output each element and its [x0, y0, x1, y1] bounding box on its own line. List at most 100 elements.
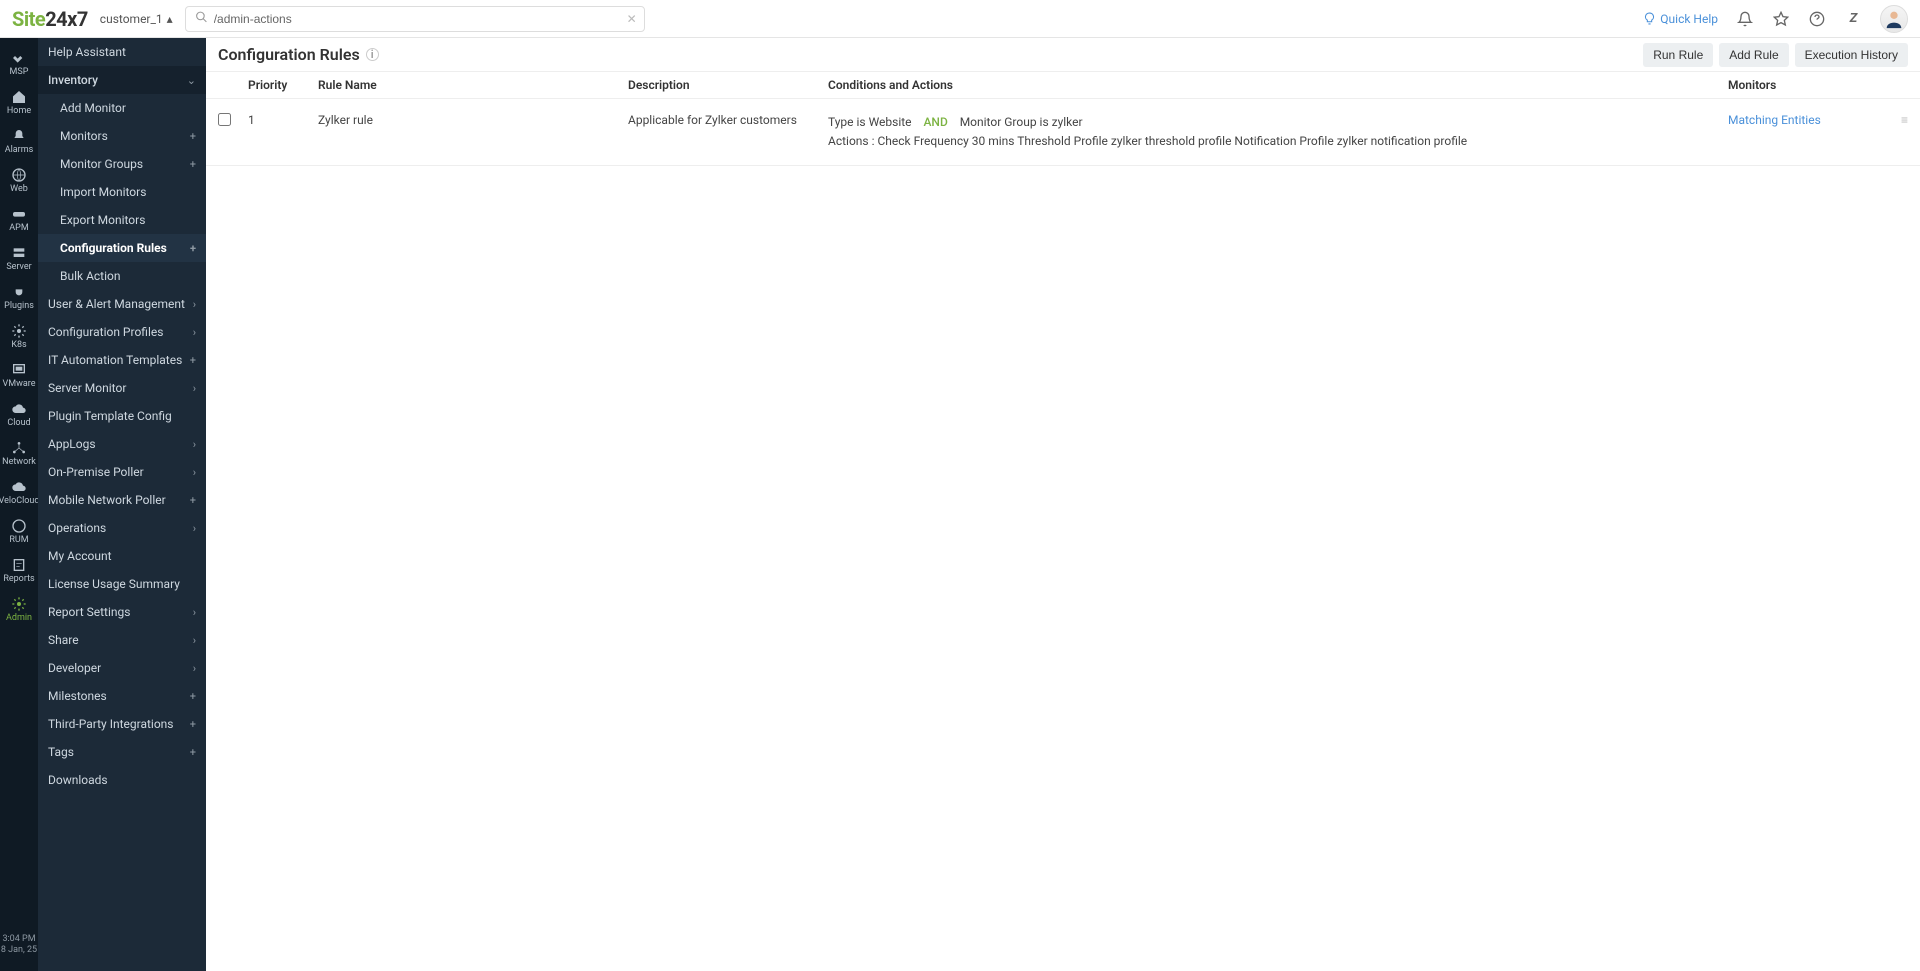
help-icon[interactable]: [1808, 10, 1826, 28]
notifications-icon[interactable]: [1736, 10, 1754, 28]
sidebar-item-label: Monitor Groups: [60, 157, 143, 171]
row-checkbox[interactable]: [218, 113, 231, 126]
cond-actions: Actions : Check Frequency 30 mins Thresh…: [828, 134, 1467, 148]
sidebar-item-label: Import Monitors: [60, 185, 146, 199]
sidebar-item-on-premise-poller[interactable]: On-Premise Poller›: [38, 458, 206, 486]
sidebar-item-bulk-action[interactable]: Bulk Action: [38, 262, 206, 290]
row-menu-icon[interactable]: ≡: [1895, 113, 1908, 127]
plus-icon[interactable]: +: [190, 354, 196, 367]
plus-icon[interactable]: +: [190, 158, 196, 171]
clear-search-icon[interactable]: ✕: [627, 12, 637, 26]
sidebar-item-downloads[interactable]: Downloads: [38, 766, 206, 794]
sidebar-item-export-monitors[interactable]: Export Monitors: [38, 206, 206, 234]
sidebar-item-add-monitor[interactable]: Add Monitor: [38, 94, 206, 122]
sidebar-item-help-assistant[interactable]: Help Assistant: [38, 38, 206, 66]
sidebar-item-third-party-integrations[interactable]: Third-Party Integrations +: [38, 710, 206, 738]
add-rule-button[interactable]: Add Rule: [1719, 43, 1788, 67]
rail-label: Plugins: [4, 302, 34, 311]
plus-icon[interactable]: +: [190, 242, 196, 255]
plus-icon[interactable]: +: [190, 746, 196, 759]
search-wrap: ✕: [185, 6, 645, 32]
sidebar-item-label: License Usage Summary: [48, 577, 180, 591]
rail-item-vmware[interactable]: VMware: [0, 356, 38, 395]
sidebar-item-label: AppLogs: [48, 437, 96, 451]
sidebar-item-mobile-network-poller[interactable]: Mobile Network Poller+: [38, 486, 206, 514]
sidebar-item-report-settings[interactable]: Report Settings›: [38, 598, 206, 626]
sidebar-item-monitors[interactable]: Monitors +: [38, 122, 206, 150]
plug-icon: [11, 284, 27, 300]
rail-item-server[interactable]: Server: [0, 239, 38, 278]
cond-part-b: Monitor Group is zylker: [960, 115, 1083, 129]
sidebar-item-my-account[interactable]: My Account: [38, 542, 206, 570]
sidebar-item-applogs[interactable]: AppLogs ›: [38, 430, 206, 458]
rail-item-alarms[interactable]: Alarms: [0, 122, 38, 161]
home-icon: [11, 89, 27, 105]
plus-icon[interactable]: +: [190, 718, 196, 731]
rail-item-plugins[interactable]: Plugins: [0, 278, 38, 317]
zoho-apps-icon[interactable]: Z: [1844, 10, 1862, 28]
row-monitors: Matching Entities ≡: [1728, 113, 1908, 127]
matching-entities-link[interactable]: Matching Entities: [1728, 113, 1821, 127]
rail-item-home[interactable]: Home: [0, 83, 38, 122]
run-rule-button[interactable]: Run Rule: [1643, 43, 1713, 67]
table-row[interactable]: 1 Zylker rule Applicable for Zylker cust…: [206, 99, 1920, 166]
sidebar-item-tags[interactable]: Tags+: [38, 738, 206, 766]
plus-icon[interactable]: +: [190, 494, 196, 507]
customer-name: customer_1: [100, 12, 163, 26]
sidebar-item-import-monitors[interactable]: Import Monitors: [38, 178, 206, 206]
rail-item-velocloud[interactable]: VeloCloud: [0, 473, 38, 512]
row-name: Zylker rule: [318, 113, 628, 127]
info-icon[interactable]: i: [366, 48, 379, 61]
plus-icon[interactable]: +: [190, 130, 196, 143]
gear-icon: [11, 323, 27, 339]
bell-icon: [11, 128, 27, 144]
rail-item-cloud[interactable]: Cloud: [0, 395, 38, 434]
rail-label: RUM: [9, 536, 28, 545]
rail-item-web[interactable]: Web: [0, 161, 38, 200]
sidebar-item-plugin-template-config[interactable]: Plugin Template Config: [38, 402, 206, 430]
sidebar-item-share[interactable]: Share›: [38, 626, 206, 654]
sidebar-item-server-monitor[interactable]: Server Monitor›: [38, 374, 206, 402]
row-desc: Applicable for Zylker customers: [628, 113, 828, 127]
status-icon[interactable]: [1772, 10, 1790, 28]
sidebar-item-user-alert-management[interactable]: User & Alert Management›: [38, 290, 206, 318]
sidebar-item-milestones[interactable]: Milestones+: [38, 682, 206, 710]
rail-item-admin[interactable]: Admin: [0, 590, 38, 629]
sidebar-item-operations[interactable]: Operations›: [38, 514, 206, 542]
chevron-down-icon: ⌄: [187, 74, 196, 87]
sidebar-item-configuration-profiles[interactable]: Configuration Profiles›: [38, 318, 206, 346]
sidebar-item-it-automation-templates[interactable]: IT Automation Templates+: [38, 346, 206, 374]
rail-item-rum[interactable]: RUM: [0, 512, 38, 551]
sidebar-item-configuration-rules[interactable]: Configuration Rules+: [38, 234, 206, 262]
sidebar-item-inventory[interactable]: Inventory ⌄: [38, 66, 206, 94]
sidebar-item-label: Configuration Profiles: [48, 325, 163, 339]
page-title: Configuration Rules i: [218, 45, 379, 64]
sidebar-item-developer[interactable]: Developer›: [38, 654, 206, 682]
customer-switcher[interactable]: customer_1 ▴: [100, 12, 173, 26]
topbar-right: Quick Help Z: [1643, 5, 1908, 33]
sidebar-item-label: Monitors: [60, 129, 108, 143]
row-conditions: Type is Website AND Monitor Group is zyl…: [828, 113, 1728, 151]
rail-item-k8s[interactable]: K8s: [0, 317, 38, 356]
chevron-right-icon: ›: [193, 634, 196, 647]
sidebar-item-license-usage-summary[interactable]: License Usage Summary: [38, 570, 206, 598]
avatar[interactable]: [1880, 5, 1908, 33]
sidebar-item-label: User & Alert Management: [48, 297, 185, 311]
rail-item-network[interactable]: Network: [0, 434, 38, 473]
logo[interactable]: Site24x7: [12, 7, 88, 31]
sidebar-item-label: Export Monitors: [60, 213, 145, 227]
plus-icon[interactable]: +: [190, 690, 196, 703]
sidebar-item-label: Inventory: [48, 73, 98, 87]
sidebar-item-label: My Account: [48, 549, 112, 563]
chevron-right-icon: ›: [193, 438, 196, 451]
quick-help-button[interactable]: Quick Help: [1643, 12, 1718, 26]
sidebar-item-monitor-groups[interactable]: Monitor Groups +: [38, 150, 206, 178]
handshake-icon: [11, 50, 27, 66]
sidebar-item-label: Third-Party Integrations: [48, 717, 173, 731]
rail-item-apm[interactable]: APM: [0, 200, 38, 239]
gear2-icon: [11, 596, 27, 612]
rail-item-reports[interactable]: Reports: [0, 551, 38, 590]
search-input[interactable]: [185, 6, 645, 32]
rail-item-msp[interactable]: MSP: [0, 44, 38, 83]
execution-history-button[interactable]: Execution History: [1795, 43, 1908, 67]
